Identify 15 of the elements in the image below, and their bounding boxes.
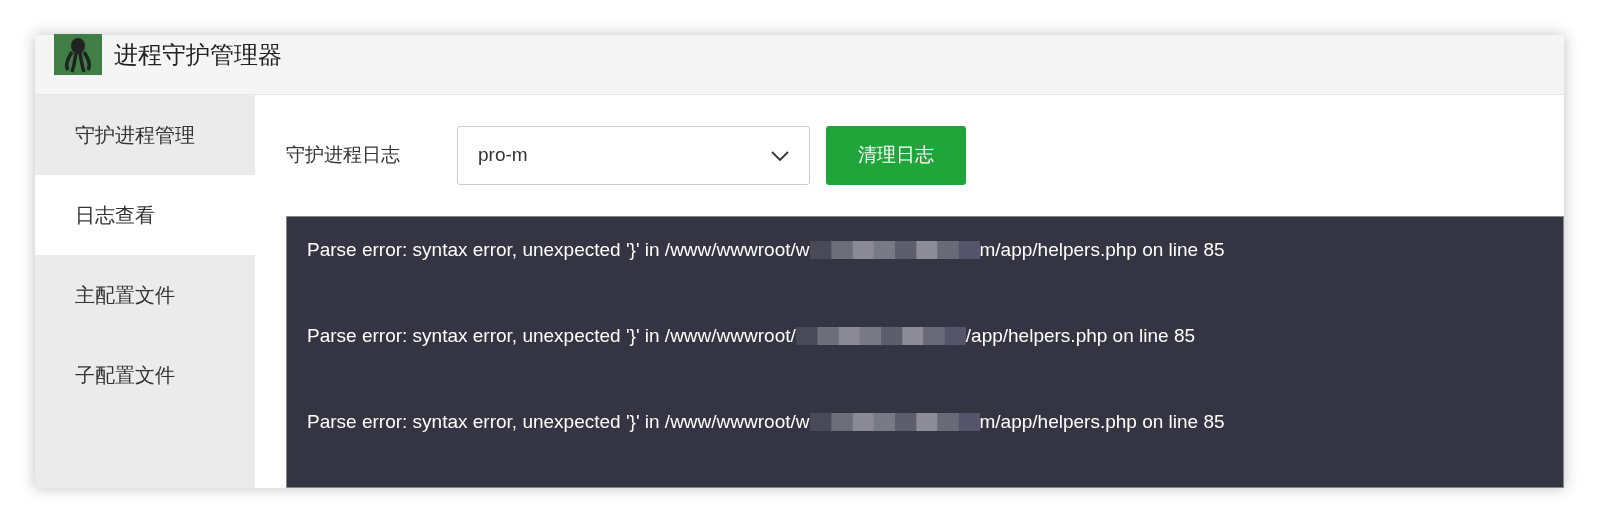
log-text: Parse error: syntax error, unexpected '}' in /www/wwwroot/w — [307, 237, 810, 262]
field-label: 守护进程日志 — [286, 143, 401, 168]
chevron-down-icon — [771, 150, 789, 161]
log-text: m/app/helpers.php on line 85 — [979, 237, 1225, 262]
log-text: Parse error: syntax error, unexpected '}' in /www/wwwroot/w — [307, 409, 810, 434]
log-select[interactable]: pro-m — [457, 126, 810, 185]
window-title: 进程守护管理器 — [114, 39, 282, 70]
log-text: /app/helpers.php on line 85 — [965, 323, 1195, 348]
sidebar-item[interactable]: 主配置文件 — [35, 255, 255, 335]
log-text: Parse error: syntax error, unexpected '}' in /www/wwwroot/ — [307, 323, 796, 348]
sidebar-item[interactable]: 子配置文件 — [35, 335, 255, 415]
sidebar-item[interactable]: 日志查看 — [35, 175, 255, 255]
log-text: m/app/helpers.php on line 85 — [979, 409, 1225, 434]
sidebar-item[interactable]: 守护进程管理 — [35, 95, 255, 175]
octopus-logo-icon — [54, 34, 102, 75]
